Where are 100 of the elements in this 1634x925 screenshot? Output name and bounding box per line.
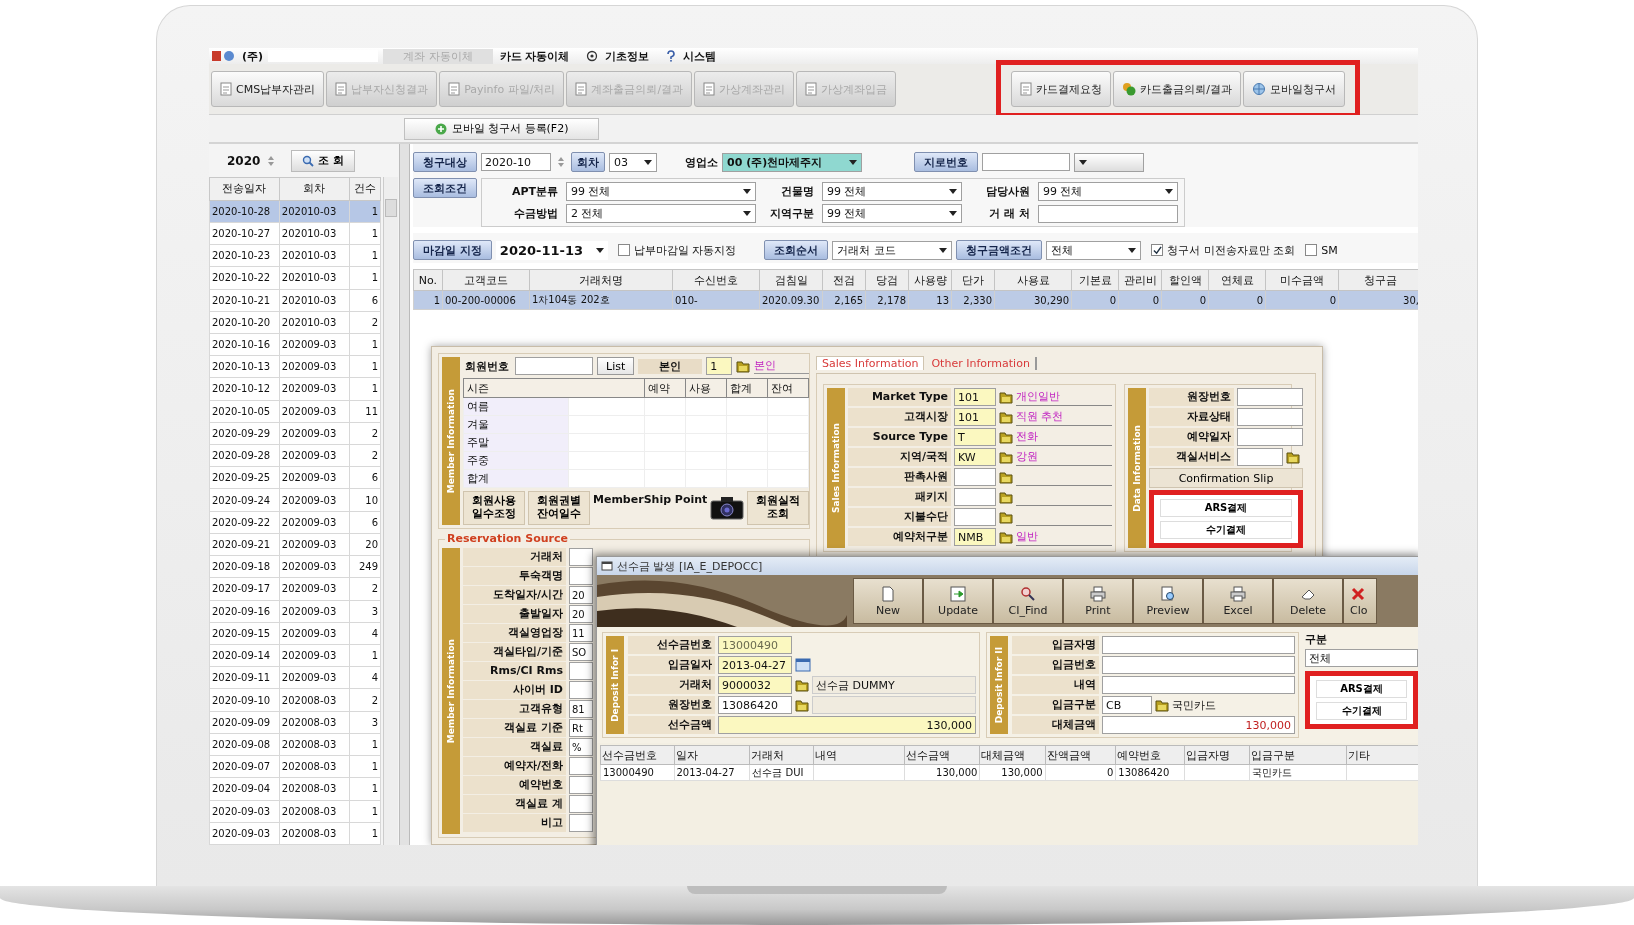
list-row[interactable]: 2020-09-24 202009-03 10 — [209, 488, 381, 512]
input-field[interactable] — [1102, 656, 1295, 674]
billing-target-button[interactable]: 청구대상 — [413, 152, 477, 172]
dropdown[interactable]: 99 전체 — [822, 182, 962, 201]
list-row[interactable]: 2020-10-23 202010-03 1 — [209, 244, 381, 267]
input-field[interactable]: 13086420 — [718, 696, 792, 714]
toolbar-tab[interactable]: 카드결제요청 — [1011, 71, 1112, 107]
toolbar-button[interactable]: CI_Find — [993, 578, 1063, 624]
folder-icon[interactable] — [999, 390, 1013, 404]
code-field[interactable] — [954, 468, 996, 486]
giro-field[interactable] — [982, 153, 1070, 171]
input-field[interactable]: SO — [569, 643, 593, 661]
folder-icon[interactable] — [1286, 450, 1300, 464]
amount-field[interactable]: 130,000 — [718, 716, 976, 734]
year-field[interactable]: 2020 — [227, 153, 261, 168]
list-row[interactable]: 2020-10-05 202009-03 11 — [209, 400, 381, 423]
section-tab[interactable]: Other Information — [926, 356, 1037, 370]
list-row[interactable]: 2020-09-03 202008-03 1 — [209, 800, 381, 823]
toolbar-button[interactable]: Clo — [1343, 578, 1377, 624]
code-field[interactable] — [954, 488, 996, 506]
folder-icon[interactable] — [999, 410, 1013, 424]
input-field[interactable] — [1237, 428, 1303, 446]
payment-button[interactable]: ARS결제 — [1160, 499, 1292, 517]
list-row[interactable]: 2020-09-08 202008-03 1 — [209, 733, 381, 756]
code-field[interactable] — [954, 508, 996, 526]
date-field[interactable]: 2013-04-27 — [718, 656, 792, 674]
conditions-button[interactable]: 조회조건 — [413, 178, 477, 198]
member-results-button[interactable]: 회원실적 조회 — [747, 491, 810, 525]
payment-button[interactable]: 수기결제 — [1316, 702, 1407, 720]
dropdown[interactable]: 99 전체 — [566, 182, 756, 201]
folder-icon[interactable] — [1155, 698, 1169, 712]
toolbar-tab[interactable]: CMS납부자관리 — [211, 71, 325, 107]
folder-icon[interactable] — [795, 698, 809, 712]
input-field[interactable]: % — [569, 738, 593, 756]
toolbar-button[interactable]: Delete — [1273, 578, 1343, 624]
input-field[interactable]: 11 — [569, 624, 593, 642]
deadline-button[interactable]: 마감일 지정 — [413, 240, 492, 260]
checkbox[interactable] — [1305, 244, 1318, 256]
input-field[interactable] — [569, 776, 593, 794]
input-field[interactable]: Rt — [569, 719, 593, 737]
camera-icon[interactable] — [710, 496, 745, 520]
input-field[interactable]: 81 — [569, 700, 593, 718]
input-field[interactable] — [1038, 204, 1178, 223]
list-row[interactable]: 2020-09-15 202009-03 4 — [209, 622, 381, 645]
input-field[interactable] — [569, 681, 593, 699]
toolbar-button[interactable]: Update — [923, 578, 993, 624]
list-row[interactable]: 2020-10-20 202010-03 2 — [209, 311, 381, 334]
giro-dropdown[interactable] — [1074, 152, 1144, 172]
input-field[interactable]: 20 — [569, 605, 593, 623]
round-dropdown[interactable]: 03 — [609, 152, 657, 172]
input-field[interactable]: 20 — [569, 586, 593, 604]
confirmation-slip-button[interactable]: Confirmation Slip — [1149, 468, 1303, 488]
input-field[interactable] — [1237, 448, 1283, 466]
input-field[interactable] — [569, 795, 593, 813]
list-row[interactable]: 2020-10-28 202010-03 1 — [209, 200, 381, 223]
toolbar-tab[interactable]: 카드출금의뢰/결과 — [1113, 71, 1241, 107]
search-button[interactable]: 조 회 — [291, 149, 355, 172]
member-number-field[interactable] — [515, 357, 593, 375]
list-row[interactable]: 2020-09-16 202009-03 3 — [209, 600, 381, 623]
giro-button[interactable]: 지로번호 — [914, 152, 978, 172]
input-field[interactable]: 9000032 — [718, 676, 792, 694]
list-row[interactable]: 2020-09-21 202009-03 20 — [209, 533, 381, 556]
list-row[interactable]: 2020-09-03 202008-03 1 — [209, 822, 381, 845]
checkbox[interactable] — [1151, 244, 1164, 256]
amount-field[interactable]: 130,000 — [1102, 716, 1295, 734]
code-field[interactable]: 1 — [706, 357, 733, 375]
list-row[interactable]: 2020-10-27 202010-03 1 — [209, 222, 381, 245]
input-field[interactable] — [1102, 676, 1295, 694]
menu-item[interactable]: 카드 자동이체 — [497, 48, 582, 64]
toolbar-tab[interactable]: 모바일청구서 — [1243, 71, 1345, 107]
payment-button[interactable]: 수기결제 — [1160, 521, 1292, 539]
list-button[interactable]: List — [597, 357, 635, 375]
month-field[interactable]: 2020-10 — [481, 153, 551, 171]
member-button[interactable]: 회원사용 일수조정 — [463, 491, 525, 525]
list-row[interactable]: 2020-09-17 202009-03 2 — [209, 577, 381, 601]
menu-item[interactable]: 기초정보 — [603, 48, 662, 64]
toolbar-button[interactable]: Preview — [1133, 578, 1203, 624]
section-tab[interactable]: Sales Information — [816, 356, 925, 370]
order-button[interactable]: 조회순서 — [764, 240, 829, 260]
order-dropdown[interactable]: 거래처 코드 — [832, 240, 953, 260]
input-field[interactable] — [1237, 408, 1303, 426]
list-row[interactable]: 2020-10-13 202009-03 1 — [209, 355, 381, 378]
grid-row[interactable]: 1 00-200-00006 1차104동 202호 010- 2020.09.30 2,165 2,178 13 2,330 30,290 0 0 0 0 0 30, — [413, 290, 1418, 310]
input-field[interactable] — [1102, 636, 1295, 654]
folder-icon[interactable] — [999, 450, 1013, 464]
checkbox[interactable] — [617, 244, 630, 256]
code-field[interactable]: 101 — [954, 408, 996, 426]
list-row[interactable]: 2020-10-21 202010-03 6 — [209, 289, 381, 312]
input-field[interactable] — [569, 757, 593, 775]
calendar-icon[interactable] — [795, 658, 811, 672]
list-row[interactable]: 2020-10-22 202010-03 1 — [209, 266, 381, 289]
code-field[interactable]: KW — [954, 448, 996, 466]
code-field[interactable]: NMB — [954, 528, 996, 546]
type-field[interactable]: 전체 — [1305, 649, 1418, 667]
input-field[interactable] — [569, 662, 593, 680]
list-row[interactable]: 2020-09-07 202008-03 1 — [209, 755, 381, 778]
list-row[interactable]: 2020-09-14 202009-03 1 — [209, 644, 381, 667]
list-row[interactable]: 2020-09-11 202009-03 4 — [209, 666, 381, 689]
input-field[interactable] — [569, 567, 593, 585]
code-field[interactable]: 101 — [954, 388, 996, 406]
